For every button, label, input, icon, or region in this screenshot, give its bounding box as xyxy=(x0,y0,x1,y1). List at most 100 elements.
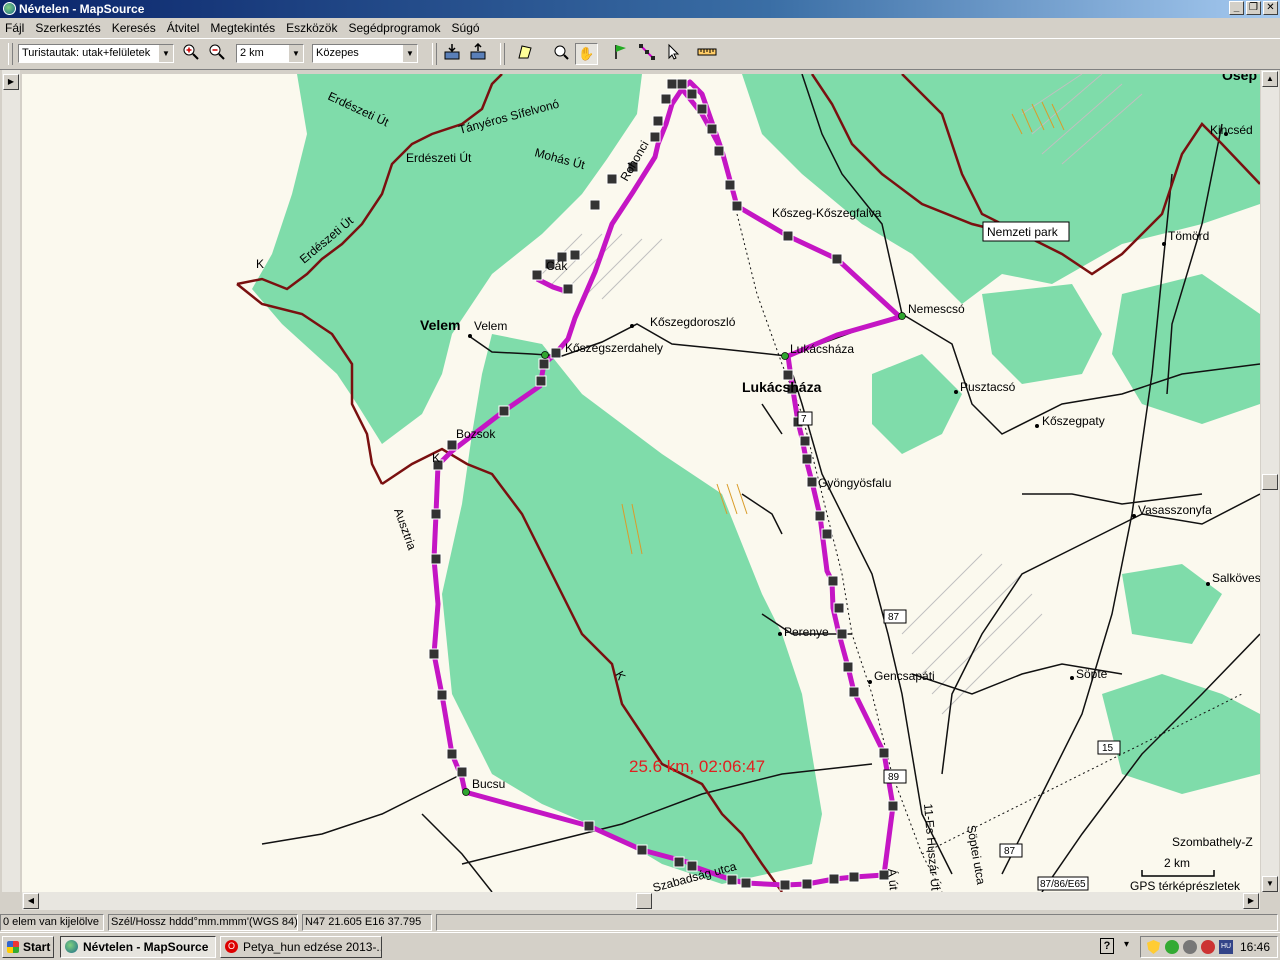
place-bucsu: Bucsu xyxy=(472,777,505,791)
map-product-select[interactable]: Turistautak: utak+felületek ▼ xyxy=(18,44,174,63)
route-89-label: 89 xyxy=(888,772,900,783)
route-7-label: 7 xyxy=(801,414,807,425)
status-bar: 0 elem van kijelölve Szél/Hossz hddd°mm.… xyxy=(0,912,1280,932)
zoom-in-button[interactable] xyxy=(179,43,202,65)
scroll-thumb-horizontal[interactable] xyxy=(636,893,652,909)
menu-help[interactable]: Súgó xyxy=(447,21,486,35)
bottom-scrollbar[interactable]: ◀ ▶ xyxy=(22,892,1260,910)
place-gyongyosfalu: Gyöngyösfalu xyxy=(818,476,891,490)
detail-level-value: Közepes xyxy=(316,47,359,59)
route-tool-button[interactable] xyxy=(635,43,658,65)
task-mapsource-label: Névtelen - MapSource xyxy=(83,940,209,954)
windows-logo-icon xyxy=(7,941,19,953)
menu-bar: Fájl Szerkesztés Keresés Átvitel Megteki… xyxy=(0,18,1280,38)
task-mapsource[interactable]: Névtelen - MapSource xyxy=(60,936,216,958)
security-center-icon[interactable] xyxy=(1165,940,1179,954)
distance-tool-button[interactable] xyxy=(695,43,718,65)
route-87b-label: 87 xyxy=(1004,846,1016,857)
place-osep: Ósep xyxy=(1222,74,1257,83)
task-opera-label: Petya_hun edzése 2013-... xyxy=(243,940,382,954)
zoom-in-icon xyxy=(183,44,199,60)
maximize-button[interactable]: ❐ xyxy=(1246,1,1261,15)
left-scrollbar[interactable]: ▶ xyxy=(2,70,20,892)
close-button[interactable]: ✕ xyxy=(1263,1,1278,15)
toolbar: Turistautak: utak+felületek ▼ 2 km ▼ Köz… xyxy=(0,38,1280,70)
map-canvas[interactable]: 87 89 15 87 87/86/E65 7 Velem Lukácsháza… xyxy=(22,74,1260,892)
place-koszegdoroszlo: Kőszegdoroszló xyxy=(650,315,736,329)
status-coord-format: Szél/Hossz hddd°mm.mmm'(WGS 84) xyxy=(108,914,298,931)
receive-device-icon xyxy=(444,44,459,60)
place-koszeg-koszegfalva: Kőszeg-Kőszegfalva xyxy=(772,206,882,220)
place-kincsed: Kincséd xyxy=(1210,123,1253,137)
dropdown-arrow-icon[interactable]: ▼ xyxy=(158,45,173,62)
toolbar-grip[interactable] xyxy=(432,43,437,65)
ruler-icon xyxy=(697,48,716,56)
task-opera[interactable]: O Petya_hun edzése 2013-... xyxy=(220,936,382,958)
status-position: N47 21.605 E16 37.795 xyxy=(302,914,432,931)
place-bozsok: Bozsok xyxy=(456,427,496,441)
zoom-level-select[interactable]: 2 km ▼ xyxy=(236,44,304,63)
right-scrollbar[interactable]: ▲ ▼ xyxy=(1261,70,1279,892)
place-nemescso: Nemescsó xyxy=(908,302,965,316)
place-pusztacso: Pusztacsó xyxy=(960,380,1016,394)
selection-tool-button[interactable] xyxy=(661,43,684,65)
map-tool-button[interactable] xyxy=(513,43,536,65)
magnifier-icon xyxy=(554,45,569,60)
menu-utilities[interactable]: Segédprogramok xyxy=(343,21,446,35)
scroll-left-arrow-icon[interactable]: ◀ xyxy=(23,893,39,909)
scroll-right-arrow-icon[interactable]: ▶ xyxy=(1243,893,1259,909)
trail-mark-k-1: K xyxy=(256,257,264,271)
route-15-label: 15 xyxy=(1102,743,1114,754)
place-tomord: Tömörd xyxy=(1168,229,1209,243)
place-szombathely: Szombathely-Z xyxy=(1172,835,1253,849)
antivirus-icon[interactable] xyxy=(1201,940,1215,954)
clock[interactable]: 16:46 xyxy=(1240,940,1270,954)
toolbar-grip[interactable] xyxy=(500,43,505,65)
menu-tools[interactable]: Eszközök xyxy=(281,21,343,35)
scroll-left-up-arrow-icon[interactable]: ▶ xyxy=(3,74,19,90)
network-icon[interactable] xyxy=(1183,940,1197,954)
place-salkoves: Salköves xyxy=(1212,571,1260,585)
toolbar-grip[interactable] xyxy=(8,43,13,65)
help-tray-icon[interactable]: ? xyxy=(1100,938,1114,954)
place-koszegszerdahely: Kőszegszerdahely xyxy=(565,341,663,355)
place-velem: Velem xyxy=(474,319,507,333)
dropdown-arrow-icon[interactable]: ▼ xyxy=(402,45,417,62)
town-velem-major: Velem xyxy=(420,317,460,333)
arrow-cursor-icon xyxy=(668,43,679,60)
place-perenye: Perenye xyxy=(784,625,829,639)
map-frame: ▶ ▲ ▼ 87 89 15 87 87/86/E65 7 Velem Luká… xyxy=(0,70,1280,910)
place-sopte: Söpte xyxy=(1076,667,1108,681)
send-device-icon xyxy=(470,42,485,60)
hand-icon: ✋ xyxy=(578,46,595,61)
menu-edit[interactable]: Szerkesztés xyxy=(30,21,106,35)
map-tool-icon xyxy=(517,45,532,59)
mapsource-app-icon[interactable] xyxy=(3,2,16,15)
waypoint-tool-button[interactable] xyxy=(609,43,632,65)
scroll-up-arrow-icon[interactable]: ▲ xyxy=(1262,71,1278,87)
road-erdeszeti-2: Erdészeti Út xyxy=(406,150,472,165)
receive-from-device-button[interactable] xyxy=(441,43,464,65)
taskbar: Start Névtelen - MapSource O Petya_hun e… xyxy=(0,932,1280,960)
language-icon[interactable]: HU xyxy=(1219,940,1233,954)
zoom-tool-button[interactable] xyxy=(549,43,572,65)
trail-mark-k-2: K xyxy=(432,451,440,465)
scale-label: 2 km xyxy=(1164,856,1190,870)
send-to-device-button[interactable] xyxy=(467,42,490,65)
menu-file[interactable]: Fájl xyxy=(0,21,30,35)
menu-find[interactable]: Keresés xyxy=(107,21,162,35)
shield-icon[interactable] xyxy=(1147,940,1160,954)
menu-transfer[interactable]: Átvitel xyxy=(162,21,206,35)
start-button[interactable]: Start xyxy=(2,936,54,958)
dropdown-arrow-icon[interactable]: ▼ xyxy=(288,45,303,62)
scroll-thumb[interactable] xyxy=(1262,474,1278,490)
minimize-button[interactable]: _ xyxy=(1229,1,1244,15)
place-cak: Cák xyxy=(546,259,568,273)
hand-tool-button[interactable]: ✋ xyxy=(575,43,598,65)
tray-expand-icon[interactable]: ▾ xyxy=(1124,939,1129,950)
scroll-down-arrow-icon[interactable]: ▼ xyxy=(1262,876,1278,892)
zoom-out-button[interactable] xyxy=(205,43,228,65)
menu-view[interactable]: Megtekintés xyxy=(205,21,281,35)
place-gencsapati: Gencsapáti xyxy=(874,669,935,683)
detail-level-select[interactable]: Közepes ▼ xyxy=(312,44,418,63)
